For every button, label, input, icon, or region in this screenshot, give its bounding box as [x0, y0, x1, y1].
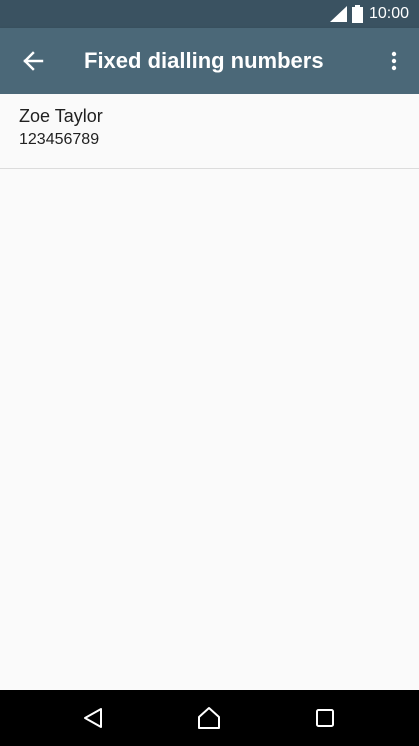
back-triangle-icon: [84, 708, 102, 728]
contact-name: Zoe Taylor: [19, 106, 103, 126]
signal-icon: [330, 6, 347, 22]
nav-home-button[interactable]: [189, 698, 229, 738]
back-button[interactable]: [14, 42, 52, 80]
more-vert-icon: [391, 51, 397, 71]
contact-number: 123456789: [19, 131, 100, 148]
fdn-list: Zoe Taylor 123456789: [0, 94, 419, 169]
contact-list-item[interactable]: Zoe Taylor 123456789: [0, 94, 419, 169]
home-icon: [198, 707, 220, 729]
battery-icon: [352, 5, 363, 23]
more-options-button[interactable]: [379, 42, 409, 80]
status-time: 10:00: [368, 5, 409, 22]
recents-icon: [316, 709, 334, 727]
nav-back-button[interactable]: [73, 698, 113, 738]
nav-recents-button[interactable]: [305, 698, 345, 738]
arrow-back-icon: [23, 51, 44, 71]
app-bar: Fixed dialling numbers: [0, 28, 419, 94]
navigation-bar: [0, 690, 419, 746]
status-bar: 10:00: [0, 0, 419, 28]
page-title: Fixed dialling numbers: [84, 48, 324, 73]
